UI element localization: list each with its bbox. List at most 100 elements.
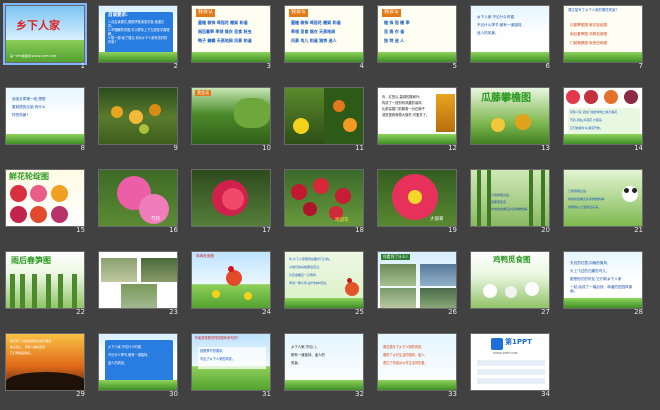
slide-thumbnail[interactable]: 芍药 16	[98, 169, 178, 234]
gourd	[111, 106, 123, 118]
bamboo-shoot	[20, 274, 25, 308]
slide-preview[interactable]	[98, 87, 178, 145]
slide-number: 28	[634, 308, 643, 316]
flower-blob	[10, 185, 27, 202]
slide-thumbnail[interactable]: 天边的红霞,向晚的微风, 头上飞过的归巢的鸟儿, 都是他们的好友,它们和乡下人家 一起…	[563, 251, 643, 316]
slide-preview[interactable]: 雨后春笋图	[5, 251, 85, 309]
slide-thumbnail[interactable]: 9	[98, 87, 178, 152]
slide-preview[interactable]: 第1PPT WWW.1PPT.COM	[470, 333, 550, 391]
slide-thumbnail[interactable]: 鸡,乡下人家照例总要养几只的。 从他们的房前屋后走过, 肯定会瞧见一只母鸡, 率领一群…	[284, 251, 364, 316]
slide-preview[interactable]	[284, 87, 364, 145]
info-bar	[477, 369, 545, 375]
slide-thumbnail[interactable]: 雨后春笋图 22	[5, 251, 85, 316]
slide-thumbnail[interactable]: 课文描写了乡下人家的哪些风景? 瓜藤攀檐图 鲜花轮绽图 雨后春笋图 鸡鸭觅食图 门前晚…	[563, 5, 643, 70]
slide-thumbnail[interactable]: 我会写檐 饰 冠 棚 率觅 捣 衣 谐独 特 迷 人5	[377, 5, 457, 70]
slide-line: 迷人的风景。	[477, 31, 499, 35]
slide-caption: 鸡冠花	[335, 218, 349, 223]
slide-preview[interactable]: 我会认 屋檐 装饰 鸡冠花 棚架 和谐 雨后春笋 率领 捣衣 觅食 秋虫 鸭子 蝴蝶 …	[191, 5, 271, 63]
slide-preview[interactable]: 鸡冠花	[284, 169, 364, 227]
slide-thumbnail[interactable]: 鲜花轮绽图 15	[5, 169, 85, 234]
slide-thumbnail[interactable]: 大丽菊 19	[377, 169, 457, 234]
slide-preview[interactable]: 我会读	[191, 87, 271, 145]
slide-thumbnail[interactable]: 乡下人家,不论什么时候, 不论什么季节,都有一道独特、 迷人的风景。 30	[98, 333, 178, 398]
slide-caption: 第一PPT模板网-WWW.1PPT.COM	[10, 54, 57, 58]
slide-line: 风景 鸟儿 和谐 独特 迷人	[291, 38, 337, 43]
slide-thumbnail[interactable]: 自读要求: 1.自由读课文,借助拼音读准字音,读通文章。 2.不理解的词语,可以联系…	[98, 5, 178, 70]
slide-heading: 课文描写了乡下人家的哪些风景?	[568, 8, 618, 12]
slide-number: 3	[266, 62, 271, 70]
slide-preview[interactable]: 你看到了什么?	[377, 251, 457, 309]
slide-number: 2	[173, 62, 178, 70]
slide-preview[interactable]: 我会写檐 饰 冠 棚 率觅 捣 衣 谐独 特 迷 人	[377, 5, 457, 63]
slide-preview[interactable]: 鸡鸭觅食图	[191, 251, 271, 309]
slide-thumbnail[interactable]: 读读文章第一段,想想 屋前搭的瓜架,有什么 样的风景? 8	[5, 87, 85, 152]
slide-preview[interactable]: 课文描写了乡下人家的哪些风景? 瓜藤攀檐图 鲜花轮绽图 雨后春笋图 鸡鸭觅食图 门前晚…	[563, 5, 643, 63]
slide-preview[interactable]: 芍药	[98, 169, 178, 227]
duck	[505, 286, 517, 298]
slide-thumbnail[interactable]: 青、红的瓜,碧绿的藤和叶, 构成了一道别有风趣的装饰, 比那高楼门前蹲着一对石狮子或…	[377, 87, 457, 152]
flower	[604, 90, 618, 104]
slide-preview[interactable]: 作者是按照怎样的顺序来写的? 按照季节的顺序, 写出了乡下人家的风景。	[191, 333, 271, 391]
slide-thumbnail[interactable]: 作者是按照怎样的顺序来写的? 按照季节的顺序, 写出了乡下人家的风景。 31	[191, 333, 271, 398]
slide-thumbnail[interactable]: 11	[284, 87, 364, 152]
slide-line: 鸡,乡下人家照例总要养几只的。	[289, 257, 332, 261]
flower-blob	[51, 185, 68, 202]
slide-thumbnail[interactable]: 我会认 屋檐 装饰 鸡冠花 棚架 和谐 雨后春笋 率领 捣衣 觅食 秋虫 鸭子 蝴蝶 …	[191, 5, 271, 70]
slide-preview[interactable]: 读读文章第一段,想想 屋前搭的瓜架,有什么 样的风景?	[5, 87, 85, 145]
slide-preview[interactable]: 乡下人家,不论( ), 都有一道独特、迷人的 风景。	[284, 333, 364, 391]
slide-preview[interactable]: 几场春雨过后, 到那里走走, 你常常会看见许多鲜嫩的笋。	[470, 169, 550, 227]
fruit	[333, 100, 345, 112]
slide-thumbnail[interactable]: 秋天到了,纺织娘寄住在他们屋前 的瓜架上。月明人静的夜里, 它们便唱起歌来。 29	[5, 333, 85, 398]
slide-thumbnail[interactable]: 23	[98, 251, 178, 316]
slide-thumbnail[interactable]: 我会读 10	[191, 87, 271, 152]
slide-thumbnail[interactable]: 几场春雨过后, 你常常会看见许多鲜嫩的笋, 成群地从土里探出头来。 21	[563, 169, 643, 234]
slide-preview[interactable]	[98, 251, 178, 309]
cockscomb	[335, 188, 351, 204]
slide-thumbnail[interactable]: 你看到了什么? 26	[377, 251, 457, 316]
slide-line: 比那高楼门前蹲着一对石狮子	[382, 107, 425, 111]
slide-thumbnail[interactable]: 有些人家,还在门前的场地上种几株花, 芍药,凤仙,鸡冠花,大丽菊, 它们依着时令,顺…	[563, 87, 643, 152]
slide-thumbnail[interactable]: 我会写 屋檐 装饰 鸡冠花 棚架 和谐 率领 觅食 捣衣 天高地阔 风景 鸟儿 和谐 …	[284, 5, 364, 70]
grass-strip	[564, 52, 642, 62]
slide-preview[interactable]: 乡下人家,不论什么时候, 不论什么季节,都有一道独特、 迷人的风景。	[98, 333, 178, 391]
slide-preview[interactable]: 自读要求: 1.自由读课文,借助拼音读准字音,读通文章。 2.不理解的词语,可以联系…	[98, 5, 178, 63]
slide-line: 或是竖着两根大旗杆,可爱多了。	[382, 113, 430, 117]
slide-thumbnail[interactable]: 鸡鸭觅食图 24	[191, 251, 271, 316]
duck	[525, 282, 539, 296]
slide-preview[interactable]: 几场春雨过后, 你常常会看见许多鲜嫩的笋, 成群地从土里探出头来。	[563, 169, 643, 227]
slide-thumbnail[interactable]: 鸡冠花 18	[284, 169, 364, 234]
slide-thumbnail[interactable]: 鸡鸭觅食图 27	[470, 251, 550, 316]
slide-preview[interactable]: 秋天到了,纺织娘寄住在他们屋前 的瓜架上。月明人静的夜里, 它们便唱起歌来。	[5, 333, 85, 391]
grass-strip	[99, 380, 177, 390]
slide-preview[interactable]: 有些人家,还在门前的场地上种几株花, 芍药,凤仙,鸡冠花,大丽菊, 它们依着时令,顺…	[563, 87, 643, 145]
slide-thumbnail[interactable]: 乡下人家 第一PPT模板网-WWW.1PPT.COM 1	[3, 3, 87, 70]
slide-line: 课文描写了乡下人家的风景,	[383, 345, 423, 349]
slide-preview[interactable]: 大丽菊	[377, 169, 457, 227]
slide-number: 15	[76, 226, 85, 234]
slide-preview[interactable]: 乡下人家,不论什么时候, 不论什么季节,都有一道独特、 迷人的风景。	[470, 5, 550, 63]
slide-preview[interactable]: 瓜藤攀檐图	[470, 87, 550, 145]
slide-preview[interactable]: 鸡鸭觅食图	[470, 251, 550, 309]
slide-number: 23	[169, 308, 178, 316]
slide-preview[interactable]: 乡下人家 第一PPT模板网-WWW.1PPT.COM	[3, 3, 87, 65]
rooster	[345, 282, 359, 296]
slide-preview[interactable]: 课文描写了乡下人家的风景, 展现了乡村生活的独特、迷人, 表达了作者对乡村生活的热爱…	[377, 333, 457, 391]
slide-line: 样的风景?	[12, 113, 29, 117]
slide-thumbnail[interactable]: 17	[191, 169, 271, 234]
slide-preview[interactable]	[191, 169, 271, 227]
slide-preview[interactable]: 鲜花轮绽图	[5, 169, 85, 227]
grass-strip	[6, 134, 84, 144]
slide-preview[interactable]: 我会写 屋檐 装饰 鸡冠花 棚架 和谐 率领 觅食 捣衣 天高地阔 风景 鸟儿 和谐 …	[284, 5, 364, 63]
logo-mark	[491, 338, 503, 350]
slide-thumbnail[interactable]: 几场春雨过后, 到那里走走, 你常常会看见许多鲜嫩的笋。 20	[470, 169, 550, 234]
slide-preview[interactable]: 天边的红霞,向晚的微风, 头上飞过的归巢的鸟儿, 都是他们的好友,它们和乡下人家 一起…	[563, 251, 643, 309]
slide-number: 32	[355, 390, 364, 398]
grass-strip	[564, 298, 642, 308]
slide-thumbnail[interactable]: 第1PPT WWW.1PPT.COM 34	[470, 333, 550, 398]
slide-thumbnail[interactable]: 乡下人家,不论( ), 都有一道独特、迷人的 风景。 32	[284, 333, 364, 398]
slide-preview[interactable]: 青、红的瓜,碧绿的藤和叶, 构成了一道别有风趣的装饰, 比那高楼门前蹲着一对石狮子或…	[377, 87, 457, 145]
slide-thumbnail[interactable]: 乡下人家,不论什么时候, 不论什么季节,都有一道独特、 迷人的风景。 6	[470, 5, 550, 70]
slide-thumbnail[interactable]: 课文描写了乡下人家的风景, 展现了乡村生活的独特、迷人, 表达了作者对乡村生活的热爱…	[377, 333, 457, 398]
slide-preview[interactable]: 鸡,乡下人家照例总要养几只的。 从他们的房前屋后走过, 肯定会瞧见一只母鸡, 率领一群…	[284, 251, 364, 309]
slide-thumbnail[interactable]: 瓜藤攀檐图 13	[470, 87, 550, 152]
